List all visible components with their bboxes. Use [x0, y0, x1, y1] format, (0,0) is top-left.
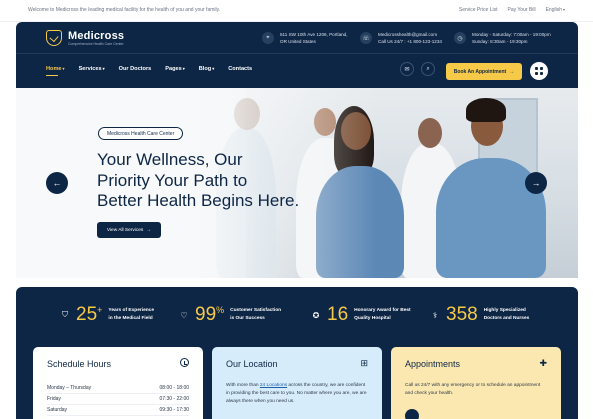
nav-item-home[interactable]: Home▾ — [46, 66, 65, 76]
hero-eyebrow-pill: Medicross Health Care Center — [98, 127, 184, 140]
card-title: Appointments — [405, 359, 461, 369]
menu-grid-icon[interactable] — [530, 62, 548, 80]
award-icon: ✪ — [312, 310, 320, 320]
language-select[interactable]: English▾ — [546, 7, 565, 13]
service-price-list-link[interactable]: Service Price List — [459, 7, 498, 13]
arrow-right-icon: → — [146, 227, 152, 233]
nav-item-services[interactable]: Services▾ — [79, 66, 105, 76]
phone-icon: ☏ — [360, 32, 372, 44]
pay-bill-link[interactable]: Pay Your Bill — [508, 7, 536, 13]
phone-icon[interactable] — [405, 409, 419, 419]
schedule-row: Saturday 09:30 - 17:30 — [47, 405, 189, 416]
schedule-card: Schedule Hours Monday – Thursday 08:00 - … — [33, 347, 203, 419]
hours-sunday: Sunday: 8:30am - 19:30pm — [472, 39, 528, 44]
medical-cross-icon: ✚ — [539, 358, 547, 368]
card-title: Schedule Hours — [47, 359, 112, 369]
book-appointment-button[interactable]: Book An Appointment → — [446, 63, 522, 80]
welcome-text: Welcome to Medicross the leading medical… — [28, 7, 221, 13]
stat-item: ♡ 99% Customer Satisfaction is Our Succes… — [180, 304, 282, 325]
hero-title-line: Priority Your Path to — [97, 170, 248, 190]
stat-item: ⚕ 358 Highly Specialized Doctors and Nurs… — [430, 305, 529, 325]
hero-title-line: Better Health Begins Here. — [97, 191, 300, 210]
arrow-right-icon: → — [509, 68, 515, 75]
stat-value: 16 — [327, 304, 349, 325]
stat-item: ✪ 16 Honorary Award for Best Quality Hosp… — [312, 304, 411, 325]
hero-title: Your Wellness, Our Priority Your Path to… — [97, 150, 337, 212]
clock-icon: ◷ — [454, 32, 466, 44]
main-nav: Home▾ Services▾ Our Doctors Pages▾ Blog▾… — [46, 66, 252, 76]
address-info: ⌖ 511 SW 10th Ave 1206, Portland, OR Uni… — [262, 31, 348, 45]
photo-person — [418, 118, 442, 148]
locations-link[interactable]: 24 Locations — [260, 383, 287, 388]
nav-item-our-doctors[interactable]: Our Doctors — [119, 66, 152, 76]
schedule-row: Friday 07:30 - 22:00 — [47, 394, 189, 405]
hours-weekday: Monday - Saturday: 7:00am - 19:00pm — [472, 32, 551, 37]
nav-item-contacts[interactable]: Contacts — [228, 66, 252, 76]
logo[interactable]: Medicross Comprehensive Health Care Cent… — [46, 30, 124, 47]
map-icon: ⊞ — [360, 358, 368, 368]
stat-value: 358 — [446, 304, 478, 325]
top-links: Service Price List Pay Your Bill English… — [459, 7, 565, 13]
email-text[interactable]: Medicrosshealth@gmail.com — [378, 31, 442, 38]
schedule-row: Monday – Thursday 08:00 - 18:00 — [47, 383, 189, 394]
contact-info: ☏ Medicrosshealth@gmail.com Call Us 24/7… — [360, 31, 442, 45]
stat-item: ⛉ 25+ Years of Experience in the Medical … — [62, 304, 155, 325]
logo-shield-icon — [46, 30, 62, 46]
address-line-1: 511 SW 10th Ave 1206, Portland, — [280, 32, 348, 37]
phone-text[interactable]: Call Us 24/7 : +1 800-123-1234 — [378, 38, 442, 45]
alarm-clock-icon — [180, 358, 189, 369]
doctor-icon: ⚕ — [432, 310, 438, 320]
location-card: Our Location ⊞ With more than 24 Locatio… — [212, 347, 382, 419]
brand-name: Medicross — [68, 30, 125, 42]
header-divider — [16, 53, 578, 54]
schedule-list: Monday – Thursday 08:00 - 18:00 Friday 07:… — [47, 383, 189, 416]
stat-suffix: + — [97, 305, 103, 315]
address-line-2: OR United States — [280, 39, 316, 44]
stat-suffix: % — [216, 305, 225, 315]
card-title: Our Location — [226, 359, 278, 369]
hero-section: Medicross Health Care Center Your Wellne… — [16, 88, 578, 278]
location-pin-icon: ⌖ — [262, 32, 274, 44]
site-header: Medicross Comprehensive Health Care Cent… — [16, 22, 578, 88]
mail-icon[interactable]: ✉ — [400, 62, 414, 76]
slider-next-arrow-icon[interactable]: → — [525, 172, 547, 194]
appointments-card: Appointments ✚ Call us 24/7 with any eme… — [391, 347, 561, 419]
stat-value: 25 — [76, 304, 98, 325]
top-bar: Welcome to Medicross the leading medical… — [0, 0, 593, 22]
search-icon[interactable]: ⌕ — [421, 62, 435, 76]
shield-icon: ⛉ — [62, 310, 68, 319]
nav-item-blog[interactable]: Blog▾ — [199, 66, 214, 76]
heart-icon: ♡ — [180, 310, 188, 320]
view-all-services-button[interactable]: View All Services → — [97, 222, 161, 238]
nav-item-pages[interactable]: Pages▾ — [165, 66, 185, 76]
slider-prev-arrow-icon[interactable]: ← — [46, 172, 68, 194]
photo-person — [466, 98, 506, 122]
location-text: With more than 24 Locations across the c… — [226, 383, 367, 404]
appointments-text: Call us 24/7 with any emergency or to sc… — [405, 383, 541, 396]
stat-value: 99 — [195, 304, 217, 325]
hours-info: ◷ Monday - Saturday: 7:00am - 19:00pm Su… — [454, 31, 551, 45]
brand-tagline: Comprehensive Health Care Center — [68, 42, 124, 46]
hero-title-line: Your Wellness, Our — [97, 150, 243, 169]
